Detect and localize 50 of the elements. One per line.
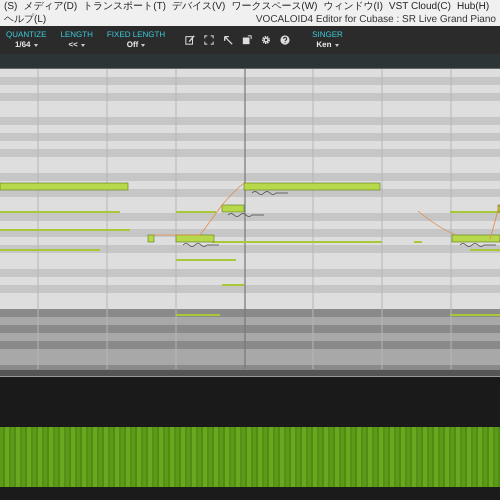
note-block[interactable] [244,182,380,190]
note-line[interactable] [470,249,500,251]
help-icon[interactable] [280,35,290,45]
vibrato-line [228,213,264,217]
window-title: VOCALOID4 Editor for Cubase : SR Live Grand Piano [256,13,496,26]
dropdown-label: QUANTIZE [6,30,46,40]
dropdown[interactable]: 1/64 [14,40,38,50]
selection-icon[interactable] [204,35,214,45]
caret-icon [80,44,85,46]
dropdown[interactable]: Off [126,40,146,50]
note-line[interactable] [176,314,220,316]
note-line[interactable] [450,211,500,213]
note-line[interactable] [0,229,130,231]
settings-icon[interactable] [261,35,272,45]
menu-item[interactable]: メディア(D) [23,0,78,13]
dropdown[interactable]: << [68,40,85,50]
note-block[interactable] [176,234,214,242]
vibrato-line [460,243,496,247]
dropdown-label: FIXED LENGTH [106,30,166,40]
vibrato-line [252,191,288,195]
note-line[interactable] [176,211,216,213]
caret-icon [34,44,38,46]
caret-icon [334,44,339,46]
menu-item[interactable]: ヘルプ(L) [4,13,46,26]
note-line[interactable] [222,284,244,286]
dropdown-label: LENGTH [60,30,93,40]
line-tool-icon[interactable] [223,35,234,45]
menu-item[interactable]: デバイス(V) [172,0,226,13]
note-line[interactable] [212,241,382,243]
note-block[interactable] [498,204,500,212]
vibrato-line [182,243,220,247]
note-block[interactable] [222,204,244,212]
dropdown-label: SINGER [312,30,343,40]
caret-icon [141,44,146,46]
menu-item[interactable]: ワークスペース(W) [231,0,318,13]
menu-item[interactable]: (S) [4,0,18,13]
menu-item[interactable]: Hub(H) [456,0,490,13]
note-block[interactable] [148,234,154,242]
note-line[interactable] [0,249,100,251]
scroll-bar[interactable] [0,369,500,377]
note-line[interactable] [176,259,236,261]
note-line[interactable] [450,314,500,316]
note-block[interactable] [452,234,500,242]
note-line[interactable] [0,211,120,213]
pencil-icon[interactable] [185,35,196,45]
singer-dropdown[interactable]: Ken [316,40,339,50]
menu-item[interactable]: トランスポート(T) [83,0,166,13]
edit-icon[interactable] [242,35,252,45]
menu-item[interactable]: ウィンドウ(I) [323,0,383,13]
menu-item[interactable]: VST Cloud(C) [388,0,451,13]
